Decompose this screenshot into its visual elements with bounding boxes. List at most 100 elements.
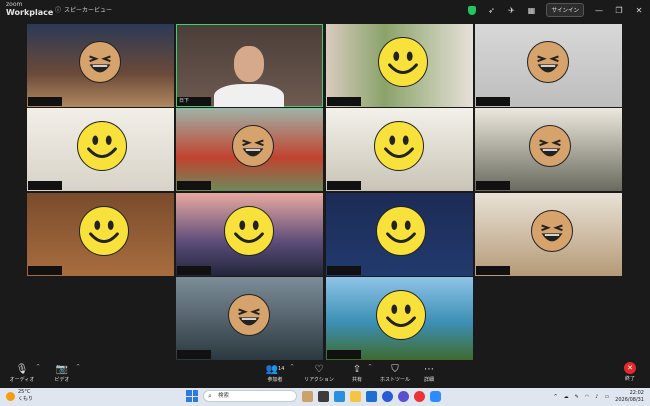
taskbar-apps: ⌕ 検索 — [186, 390, 441, 402]
host-tools-button[interactable]: ⛉ ホストツール — [378, 362, 412, 384]
participant-name-label — [28, 181, 62, 190]
smiley-face-icon — [376, 206, 426, 256]
weather-widget[interactable]: 25°C くもり — [6, 389, 33, 403]
cloud-icon[interactable]: ☁ — [564, 394, 569, 400]
view-mode-button[interactable]: ⓘ スピーカービュー — [55, 5, 112, 14]
view-mode-label: スピーカービュー — [64, 7, 113, 14]
clock[interactable]: 22:02 2026/08/31 — [615, 390, 644, 403]
volume-icon[interactable]: ♪ — [595, 394, 598, 400]
participant-name-label — [476, 266, 510, 275]
task-view-icon[interactable] — [318, 390, 329, 402]
participant-body — [214, 84, 284, 107]
battery-icon[interactable]: ▭ — [604, 394, 609, 400]
end-label: 終了 — [624, 376, 635, 382]
share-label: 共有 — [351, 377, 362, 383]
laughing-face-icon — [232, 125, 274, 167]
participant-video-person — [234, 46, 264, 82]
participant-video-tile[interactable] — [176, 277, 323, 360]
paint-icon[interactable]: ✎ — [575, 394, 579, 400]
date: 2026/08/31 — [615, 396, 644, 403]
video-grid: 日下 — [0, 0, 650, 406]
video-options-chevron-icon[interactable]: ^ — [76, 364, 80, 370]
reactions-label: リアクション — [304, 377, 334, 383]
zoom-logo: zoom Workplace — [6, 1, 53, 17]
chrome-icon[interactable] — [414, 390, 425, 402]
participant-video-tile[interactable] — [27, 193, 174, 276]
weather-icon — [6, 391, 15, 401]
title-bar: zoom Workplace ⓘ スピーカービュー ➶ ✈ ▦ サインイン — … — [0, 0, 650, 20]
laughing-face-icon — [531, 210, 573, 252]
logo-main-text: Workplace — [6, 8, 54, 17]
smiley-face-icon — [77, 121, 127, 171]
video-label: ビデオ — [54, 377, 70, 383]
participant-name-label — [327, 181, 361, 190]
smiley-face-icon — [378, 37, 428, 87]
host-tools-label: ホストツール — [379, 377, 410, 383]
landscape-app-icon[interactable] — [302, 390, 313, 402]
laughing-face-icon — [228, 294, 270, 336]
info-icon: ⓘ — [55, 7, 62, 14]
edge-browser-icon[interactable] — [334, 390, 345, 402]
participant-video-tile[interactable] — [176, 193, 323, 276]
audio-button[interactable]: 🎙 オーディオ — [5, 362, 39, 384]
weather-text: くもり — [18, 396, 34, 402]
participant-video-tile[interactable] — [326, 108, 473, 191]
file-explorer-icon[interactable] — [350, 390, 361, 402]
security-shield-icon[interactable] — [468, 5, 477, 15]
participant-video-tile[interactable] — [326, 277, 473, 360]
participant-name-label — [177, 181, 211, 190]
app-purple-icon[interactable] — [398, 390, 409, 402]
participants-button[interactable]: 👥 14 参加者 — [258, 362, 292, 384]
participant-video-tile[interactable] — [475, 193, 622, 276]
more-label: 詳細 — [423, 377, 434, 383]
smiley-face-icon — [224, 206, 274, 256]
participant-video-tile[interactable] — [27, 108, 174, 191]
minimize-icon[interactable]: — — [594, 5, 604, 15]
microphone-icon: 🎙 — [15, 363, 29, 375]
share-options-chevron-icon[interactable]: ^ — [368, 364, 372, 370]
participant-video-tile[interactable]: 日下 — [176, 24, 323, 107]
participants-count: 14 — [278, 366, 285, 372]
taskbar-search[interactable]: ⌕ 検索 — [203, 390, 297, 402]
participant-video-tile[interactable] — [326, 24, 473, 107]
more-dots-icon: ⋯ — [424, 363, 434, 375]
tray-chevron-icon[interactable]: ^ — [553, 394, 557, 400]
heart-icon: ♡ — [314, 363, 324, 375]
rocket-icon[interactable]: ✈ — [506, 5, 516, 15]
audio-options-chevron-icon[interactable]: ^ — [36, 364, 40, 370]
system-tray: ^ ☁ ✎ ◠ ♪ ▭ 22:02 2026/08/31 — [553, 390, 644, 403]
participants-label: 参加者 — [267, 377, 283, 383]
apps-grid-icon[interactable]: ▦ — [526, 5, 536, 15]
temperature: 25°C — [18, 389, 31, 395]
participant-name-label — [327, 266, 361, 275]
participant-name-label — [177, 266, 211, 275]
participant-name-label — [327, 350, 361, 359]
meeting-controls: 🎙 オーディオ ^ 📷 ビデオ ^ 👥 14 参加者 ^ ♡ リアクション ⇪ 共… — [0, 360, 650, 388]
participant-video-tile[interactable] — [326, 193, 473, 276]
participant-video-tile[interactable] — [475, 108, 622, 191]
participant-video-tile[interactable] — [176, 108, 323, 191]
video-button[interactable]: 📷 ビデオ — [45, 362, 79, 384]
reactions-button[interactable]: ♡ リアクション — [302, 362, 336, 384]
pointer-icon[interactable]: ➶ — [486, 5, 496, 15]
participant-video-tile[interactable] — [475, 24, 622, 107]
close-icon[interactable]: ✕ — [634, 5, 644, 15]
participants-options-chevron-icon[interactable]: ^ — [290, 364, 294, 370]
laughing-face-icon — [527, 41, 569, 83]
store-icon[interactable] — [366, 390, 377, 402]
wifi-icon[interactable]: ◠ — [585, 394, 589, 400]
participant-name-label — [28, 266, 62, 275]
search-icon: ⌕ — [208, 392, 212, 400]
audio-label: オーディオ — [9, 377, 35, 383]
end-meeting-button[interactable]: ✕ 終了 — [616, 362, 644, 382]
app-circle-icon[interactable] — [382, 390, 393, 402]
more-button[interactable]: ⋯ 詳細 — [412, 362, 446, 384]
zoom-app-icon[interactable] — [430, 390, 441, 402]
maximize-icon[interactable]: ❐ — [614, 5, 624, 15]
participant-video-tile[interactable] — [27, 24, 174, 107]
signin-button[interactable]: サインイン — [546, 3, 584, 17]
windows-start-icon[interactable] — [186, 390, 198, 402]
participant-name-label: 日下 — [177, 97, 211, 106]
smiley-face-icon — [376, 290, 426, 340]
participant-name-label — [476, 97, 510, 106]
